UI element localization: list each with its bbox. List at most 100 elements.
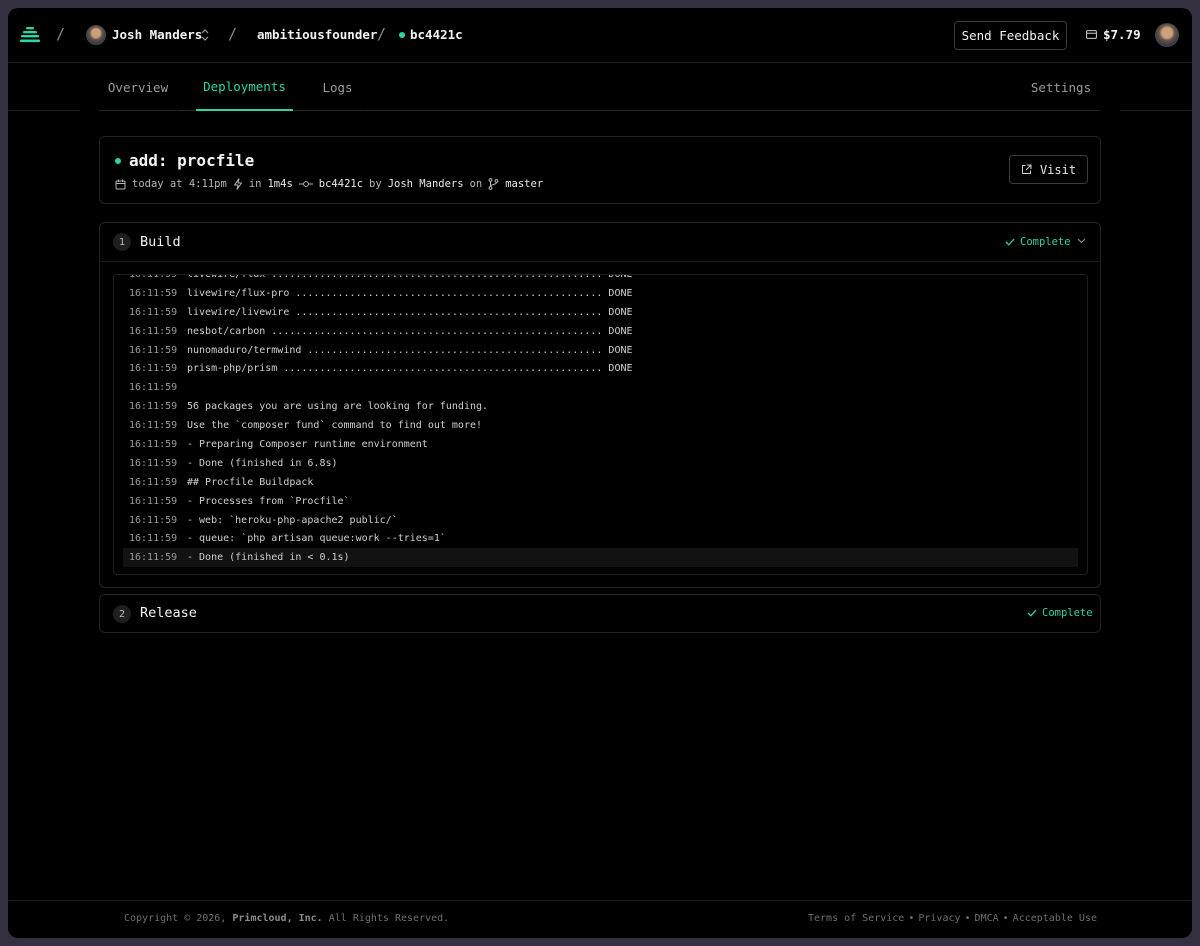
log-text: livewire/livewire ......................…	[187, 306, 633, 318]
tabs-divider	[294, 110, 312, 111]
tab-overview[interactable]: Overview	[99, 64, 177, 111]
log-line: 16:11:59 Use the `composer fund` command …	[123, 416, 1078, 435]
breadcrumb-commit[interactable]: bc4421c	[410, 27, 463, 42]
log-text: - web: `heroku-php-apache2 public/`	[187, 514, 398, 526]
release-status: Complete	[1027, 607, 1093, 619]
breadcrumb-user[interactable]: Josh Manders	[112, 27, 202, 42]
check-icon	[1005, 238, 1015, 246]
copyright-suffix: All Rights Reserved.	[328, 913, 450, 924]
build-step-header[interactable]: 1 Build Complete	[100, 223, 1100, 261]
build-log-lines: 16:11:59 livewire/flux ..................…	[123, 274, 1078, 568]
log-timestamp: 16:11:59	[129, 306, 178, 318]
log-text: nesbot/carbon ..........................…	[187, 325, 633, 337]
deployment-summary-card: add: procfile today at 4:11pm in 1m4s bc…	[99, 136, 1101, 204]
log-timestamp: 16:11:59	[129, 495, 178, 507]
chevron-down-icon[interactable]	[1077, 238, 1086, 244]
log-line: 16:11:59 livewire/livewire ..............…	[123, 303, 1078, 322]
deployment-commit[interactable]: bc4421c	[319, 178, 363, 190]
log-line: 16:11:59 prism-php/prism ................…	[123, 359, 1078, 378]
log-text: ## Procfile Buildpack	[187, 476, 314, 488]
visit-button[interactable]: Visit	[1009, 155, 1088, 184]
log-line: 16:11:59 - Processes from `Procfile`	[123, 492, 1078, 511]
deployment-title-text: add: procfile	[129, 151, 255, 170]
company-name: Primcloud, Inc.	[232, 913, 323, 924]
log-line: 16:11:59 - Done (finished in 6.8s)	[123, 454, 1078, 473]
deployment-author: Josh Manders	[387, 178, 464, 190]
log-text: - Preparing Composer runtime environment	[187, 438, 428, 450]
log-timestamp: 16:11:59	[129, 476, 178, 488]
deployment-duration: 1m4s	[267, 178, 293, 190]
release-step-card[interactable]: 2 Release Complete	[99, 594, 1101, 633]
breadcrumb-separator: /	[377, 25, 387, 43]
footer-link-terms[interactable]: Terms of Service	[808, 913, 904, 924]
log-line: 16:11:59	[123, 378, 1078, 397]
tab-deployments[interactable]: Deployments	[196, 64, 293, 111]
tab-settings[interactable]: Settings	[1022, 64, 1100, 111]
log-timestamp: 16:11:59	[129, 533, 178, 545]
log-text: 56 packages you are using are looking fo…	[187, 401, 489, 413]
footer-divider	[8, 900, 1192, 901]
log-timestamp: 16:11:59	[129, 552, 178, 564]
log-timestamp: 16:11:59	[129, 325, 178, 337]
log-line: 16:11:59 livewire/flux-pro ..............…	[123, 284, 1078, 303]
visit-label: Visit	[1039, 162, 1077, 177]
user-avatar	[86, 25, 106, 45]
log-text: prism-php/prism ........................…	[187, 363, 633, 375]
account-avatar[interactable]	[1155, 23, 1179, 47]
log-timestamp: 16:11:59	[129, 274, 178, 280]
build-log[interactable]: 16:11:59 livewire/flux ..................…	[113, 274, 1088, 575]
step-number: 2	[113, 605, 131, 623]
footer-link-privacy[interactable]: Privacy	[918, 913, 960, 924]
chevron-up-down-icon[interactable]	[201, 28, 209, 42]
build-step-card: 1 Build Complete 16:11:59 livewire/flux .…	[99, 222, 1101, 588]
log-timestamp: 16:11:59	[129, 457, 178, 469]
tab-label: Logs	[322, 79, 353, 95]
credit-card-icon	[1086, 30, 1097, 39]
footer-copyright: Copyright © 2026, Primcloud, Inc. All Ri…	[124, 913, 449, 924]
tab-label: Settings	[1030, 79, 1092, 95]
tabs-divider	[178, 110, 196, 111]
log-text: Use the `composer fund` command to find …	[187, 420, 483, 432]
log-timestamp: 16:11:59	[129, 287, 178, 299]
build-divider	[100, 261, 1100, 262]
breadcrumb-project[interactable]: ambitiousfounder	[257, 27, 377, 42]
log-timestamp: 16:11:59	[129, 438, 178, 450]
tab-logs[interactable]: Logs	[312, 64, 363, 111]
footer-separator: •	[908, 913, 915, 924]
tabs-divider	[1004, 110, 1022, 111]
build-status-label: Complete	[1020, 236, 1071, 248]
branch-prefix: on	[469, 178, 483, 190]
breadcrumb-separator: /	[228, 25, 238, 43]
log-line: 16:11:59 56 packages you are using are lo…	[123, 397, 1078, 416]
log-timestamp: 16:11:59	[129, 514, 178, 526]
footer-links: Terms of Service • Privacy • DMCA • Acce…	[808, 913, 1097, 924]
credit-balance[interactable]: $7.79	[1086, 27, 1141, 42]
log-line: 16:11:59 livewire/flux ..................…	[123, 274, 1078, 284]
log-line: 16:11:59 ## Procfile Buildpack	[123, 473, 1078, 492]
credit-amount: $7.79	[1103, 27, 1141, 42]
log-line: 16:11:59 - queue: `php artisan queue:work…	[123, 529, 1078, 548]
step-number: 1	[113, 233, 131, 251]
footer-link-dmca[interactable]: DMCA	[975, 913, 999, 924]
tabs-divider	[364, 110, 382, 111]
calendar-icon	[115, 179, 126, 189]
log-line: 16:11:59 nunomaduro/termwind ............…	[123, 341, 1078, 360]
breadcrumb-separator: /	[56, 25, 66, 43]
log-text: nunomaduro/termwind ....................…	[187, 344, 633, 356]
check-icon	[1027, 609, 1037, 617]
log-line: 16:11:59 - Done (finished in < 0.1s)	[123, 548, 1078, 568]
lightning-icon	[233, 178, 242, 190]
send-feedback-button[interactable]: Send Feedback	[954, 21, 1067, 50]
footer-separator: •	[1002, 913, 1009, 924]
log-text: livewire/flux-pro ......................…	[187, 287, 633, 299]
step-title: Build	[140, 234, 181, 250]
duration-prefix: in	[248, 178, 262, 190]
tab-label: Overview	[107, 79, 169, 95]
tabs-divider	[1120, 110, 1192, 111]
deployment-time: today at 4:11pm	[132, 178, 227, 190]
release-status-label: Complete	[1042, 607, 1093, 619]
footer-link-acceptable-use[interactable]: Acceptable Use	[1013, 913, 1097, 924]
stack-logo-icon[interactable]	[20, 25, 40, 45]
log-text: - queue: `php artisan queue:work --tries…	[187, 533, 446, 545]
deployment-status-dot	[115, 157, 121, 164]
